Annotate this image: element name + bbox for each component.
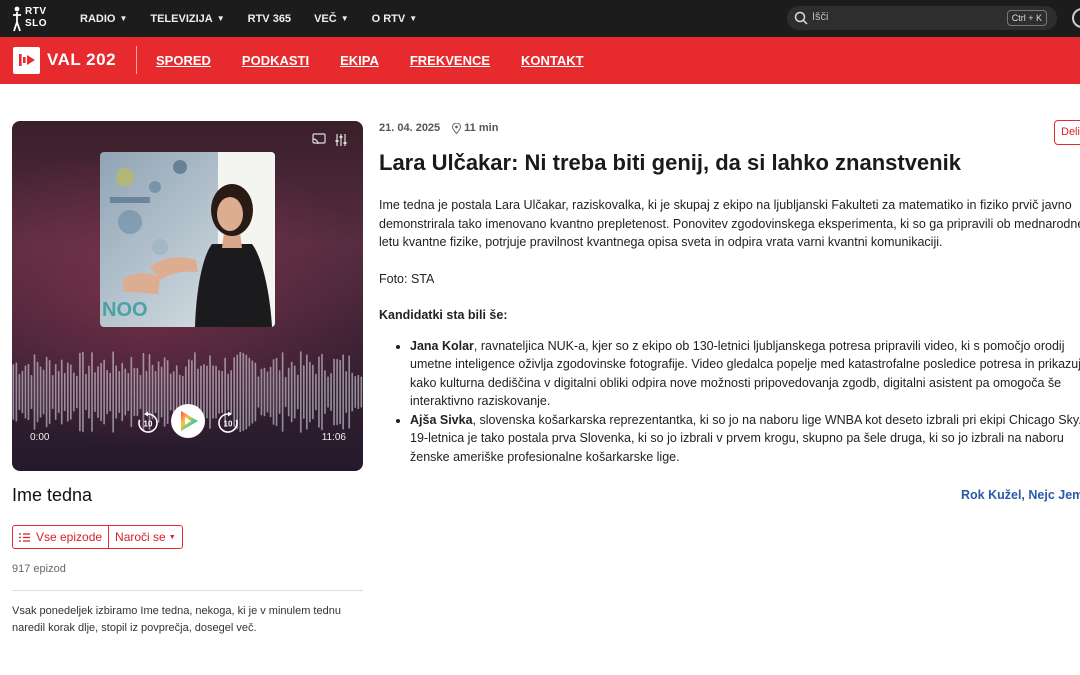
station-nav-spored[interactable]: SPORED xyxy=(156,53,211,68)
candidate-name: Jana Kolar xyxy=(410,338,474,353)
episode-date: 21. 04. 2025 xyxy=(379,122,441,134)
val202-logo-icon xyxy=(13,46,40,74)
chevron-down-icon: ▼ xyxy=(216,14,225,23)
search-placeholder: Išči xyxy=(812,11,829,23)
photo-credit: Foto: STA xyxy=(379,271,435,286)
episode-meta: 21. 04. 2025 11 min xyxy=(379,122,498,134)
nav-rtv365-label: RTV 365 xyxy=(247,12,292,25)
nav-rtv365[interactable]: RTV 365 xyxy=(248,13,291,25)
show-title[interactable]: Ime tedna xyxy=(12,485,92,506)
station-nav-frekvence[interactable]: FREKVENCE xyxy=(410,53,490,68)
search-input[interactable]: Išči Ctrl + K xyxy=(787,6,1057,30)
station-nav-ekipa[interactable]: EKIPA xyxy=(340,53,379,68)
candidate-text: , slovenska košarkarska reprezentantka, … xyxy=(410,412,1080,464)
show-description: Vsak ponedeljek izbiramo Ime tedna, neko… xyxy=(12,605,341,634)
list-icon xyxy=(19,532,30,542)
divider xyxy=(12,590,363,591)
share-button[interactable]: Deli xyxy=(1054,120,1080,145)
share-label: Deli xyxy=(1061,126,1080,138)
episode-headline: Lara Ulčakar: Ni treba biti genij, da si… xyxy=(379,150,961,175)
nav-o-rtv[interactable]: O RTV ▼ xyxy=(372,13,418,25)
episode-cover-image: NOO xyxy=(100,152,275,327)
nav-vec[interactable]: VEČ ▼ xyxy=(314,13,349,25)
candidates-heading: Kandidatki sta bili še: xyxy=(379,308,508,322)
all-episodes-button[interactable]: Vse epizode xyxy=(13,526,108,548)
candidate-name: Ajša Sivka xyxy=(410,412,473,427)
top-bar: RTV SLO RADIO ▼ TELEVIZIJA ▼ RTV 365 VEČ ▼ … xyxy=(0,0,1080,37)
user-account-icon[interactable] xyxy=(1072,8,1080,28)
nav-radio-label: RADIO xyxy=(80,12,116,25)
nav-televizija-label: TELEVIZIJA xyxy=(150,12,213,25)
skip-back-button[interactable]: 10 xyxy=(136,411,160,440)
forward-10-icon: 10 xyxy=(218,411,238,433)
nav-radio[interactable]: RADIO ▼ xyxy=(80,13,127,25)
main-nav: RADIO ▼ TELEVIZIJA ▼ RTV 365 VEČ ▼ O RTV ▼ xyxy=(80,0,440,37)
nav-o-rtv-label: O RTV xyxy=(371,12,406,25)
candidates-list: Jana Kolar, ravnateljica NUK-a, kjer so … xyxy=(410,337,1080,467)
nav-vec-label: VEČ xyxy=(314,12,337,25)
cast-icon[interactable] xyxy=(312,133,326,145)
episode-duration: 11 min xyxy=(464,122,499,134)
divider xyxy=(136,46,137,74)
play-button[interactable] xyxy=(170,403,206,444)
search-icon xyxy=(794,11,808,25)
episode-count: 917 epizod xyxy=(12,563,66,575)
station-nav: SPORED PODKASTI EKIPA FREKVENCE KONTAKT xyxy=(156,37,615,84)
svg-text:NOO: NOO xyxy=(102,299,148,321)
skip-back-label: 10 xyxy=(144,420,153,429)
rtv-slo-logo[interactable]: RTV SLO xyxy=(12,4,54,34)
rewind-10-icon: 10 xyxy=(138,411,158,433)
chevron-down-icon: ▼ xyxy=(409,14,418,23)
episode-paragraph: Ime tedna je postala Lara Ulčakar, razis… xyxy=(379,198,1080,249)
duration-icon xyxy=(452,122,462,134)
chevron-down-icon: ▼ xyxy=(119,14,128,23)
station-nav-podkasti[interactable]: PODKASTI xyxy=(242,53,309,68)
play-icon xyxy=(171,404,205,438)
list-item: Ajša Sivka, slovenska košarkarska reprez… xyxy=(410,411,1080,467)
station-name: VAL 202 xyxy=(47,50,117,69)
station-bar: VAL 202 SPORED PODKASTI EKIPA FREKVENCE … xyxy=(0,37,1080,84)
article-authors[interactable]: Rok Kužel, Nejc Jemec xyxy=(961,488,1080,502)
logo-text-top: RTV xyxy=(25,6,47,17)
show-actions: Vse epizode Naroči se ▼ xyxy=(12,525,183,549)
audio-player: NOO 0:00 11:06 10 10 xyxy=(12,121,363,471)
chevron-down-icon: ▼ xyxy=(168,533,176,541)
time-total: 11:06 xyxy=(321,432,346,443)
station-nav-kontakt[interactable]: KONTAKT xyxy=(521,53,584,68)
skip-forward-button[interactable]: 10 xyxy=(216,411,240,440)
search-shortcut-hint: Ctrl + K xyxy=(1006,10,1047,26)
candidate-text: , ravnateljica NUK-a, kjer so z ekipo ob… xyxy=(410,338,1080,409)
val202-logo[interactable]: VAL 202 xyxy=(13,45,116,75)
chevron-down-icon: ▼ xyxy=(340,14,349,23)
list-item: Jana Kolar, ravnateljica NUK-a, kjer so … xyxy=(410,337,1080,411)
subscribe-label: Naroči se xyxy=(115,530,166,544)
episode-body: Ime tedna je postala Lara Ulčakar, razis… xyxy=(379,196,1080,466)
equalizer-settings-icon[interactable] xyxy=(334,133,348,147)
subscribe-button[interactable]: Naroči se ▼ xyxy=(108,526,182,548)
logo-figure-icon xyxy=(13,6,21,32)
skip-forward-label: 10 xyxy=(224,420,233,429)
all-episodes-label: Vse epizode xyxy=(36,530,103,544)
time-current: 0:00 xyxy=(30,432,50,443)
logo-text-bottom: SLO xyxy=(25,18,48,29)
nav-televizija[interactable]: TELEVIZIJA ▼ xyxy=(150,13,224,25)
